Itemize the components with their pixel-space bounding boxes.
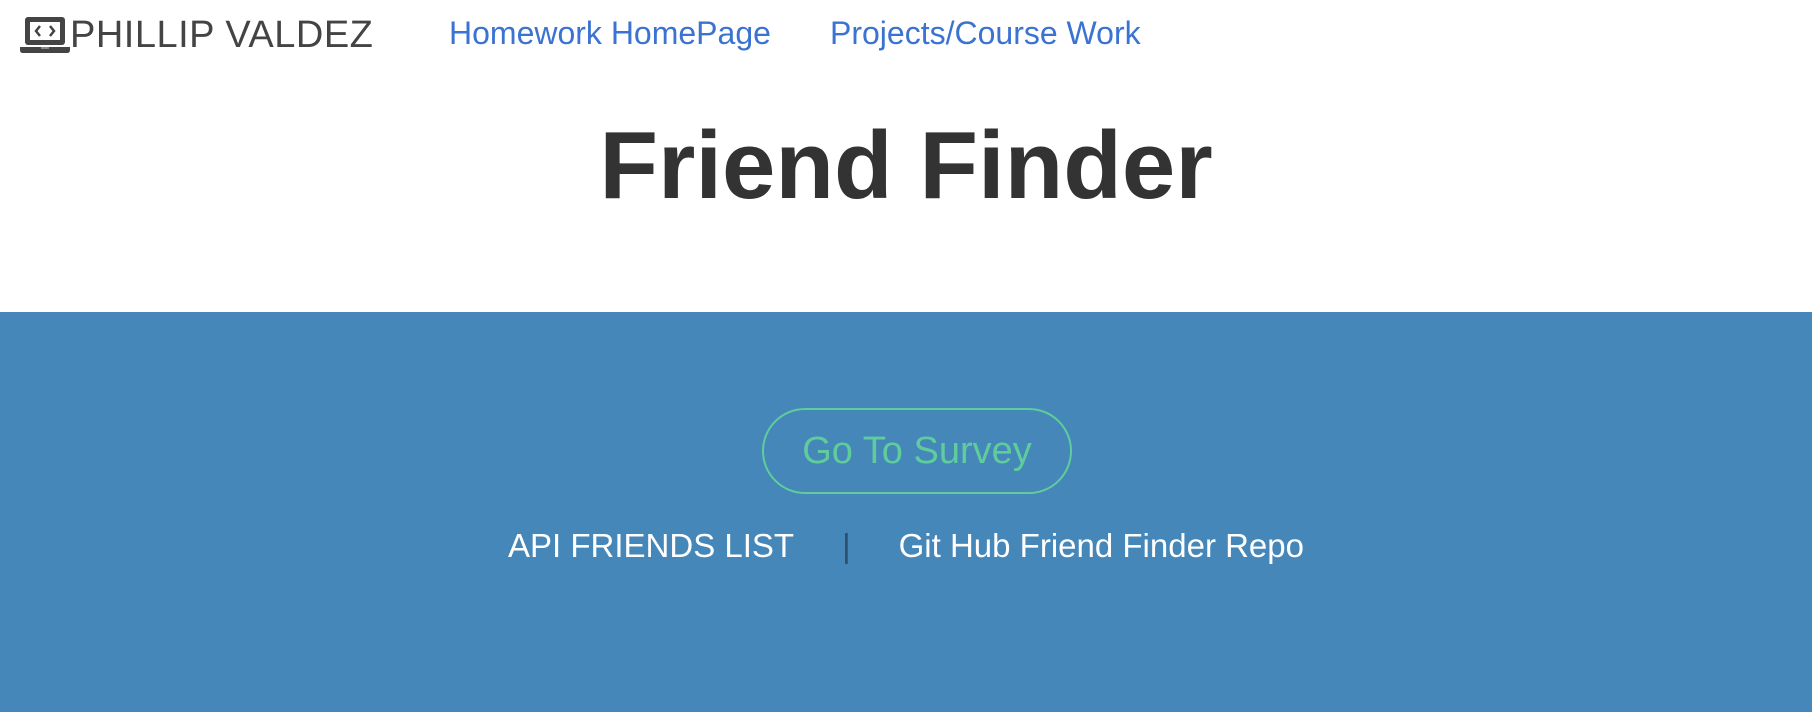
go-to-survey-button[interactable]: Go To Survey: [762, 408, 1072, 494]
footer-links: API FRIENDS LIST | Git Hub Friend Finder R…: [0, 524, 1812, 568]
navbar: PHILLIP VALDEZ Homework HomePage Project…: [0, 0, 1812, 70]
api-friends-list-link[interactable]: API FRIENDS LIST: [508, 527, 794, 564]
nav-link-projects[interactable]: Projects/Course Work: [830, 12, 1141, 54]
nav-link-homework[interactable]: Homework HomePage: [449, 12, 771, 54]
brand-link[interactable]: PHILLIP VALDEZ: [20, 12, 373, 58]
link-separator: |: [842, 527, 851, 564]
page-title: Friend Finder: [599, 112, 1213, 219]
survey-section: Go To Survey API FRIENDS LIST | Git Hub Fr…: [0, 312, 1812, 712]
brand-name: PHILLIP VALDEZ: [70, 14, 374, 56]
laptop-code-icon: [20, 14, 70, 56]
github-repo-link[interactable]: Git Hub Friend Finder Repo: [899, 527, 1304, 564]
